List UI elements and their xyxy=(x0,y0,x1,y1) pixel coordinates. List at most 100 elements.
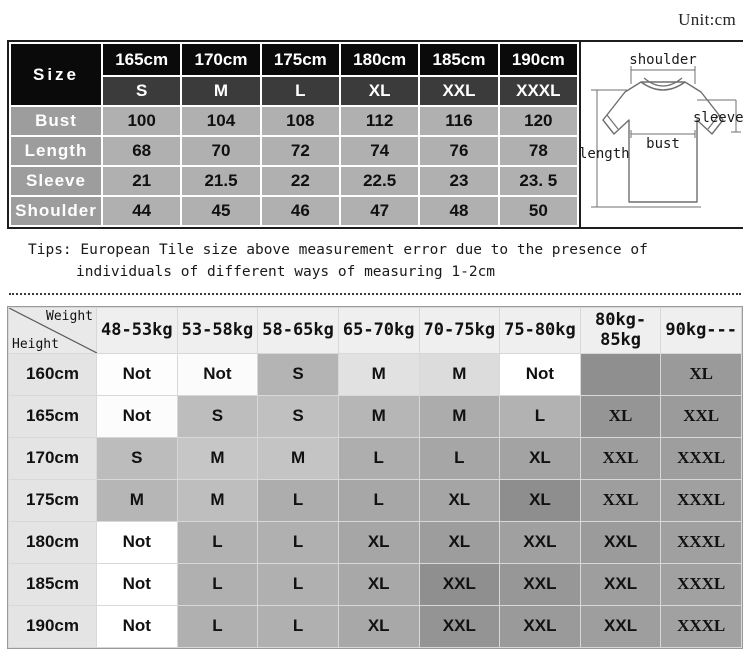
fit-cell: M xyxy=(176,436,259,480)
table-row: 190cm Not L L XL XXL XXL XXL XXXL xyxy=(8,604,742,648)
fit-cell: S xyxy=(257,394,339,438)
size-table-body: Size 165cm 170cm 175cm 180cm 185cm 190cm… xyxy=(9,41,580,228)
fit-cell: L xyxy=(257,520,339,564)
fit-cell: XL xyxy=(418,478,501,522)
size-value-cell: 48 xyxy=(418,194,500,228)
fit-cell: L xyxy=(257,478,339,522)
fit-cell: L xyxy=(257,604,339,648)
fit-cell: M xyxy=(96,478,178,522)
fit-cell: M xyxy=(418,394,501,438)
tshirt-icon: shoulder sleeve bust length xyxy=(581,52,744,208)
unit-row: Unit:cm xyxy=(0,0,750,40)
table-row: 175cm M M L L XL XL XXL XXXL xyxy=(8,478,742,522)
size-value-cell: 112 xyxy=(338,105,421,138)
size-value-cell: 21.5 xyxy=(180,164,262,197)
fit-cell: XL xyxy=(337,604,420,648)
fit-cell: XL xyxy=(337,562,420,606)
table-row: Bust 100 104 108 112 116 120 xyxy=(9,105,580,138)
table-row: 160cm Not Not S M M Not XL xyxy=(8,352,742,396)
fit-cell: XXXL xyxy=(660,520,742,564)
height-row-header: 170cm xyxy=(8,436,97,480)
fit-cell: L xyxy=(176,520,259,564)
height-axis-label: Height xyxy=(12,336,59,352)
size-value-cell: 116 xyxy=(418,105,500,138)
weight-column-header: 65-70kg xyxy=(337,306,420,354)
fit-cell: Not xyxy=(96,352,178,396)
size-value-cell: 23 xyxy=(418,164,500,197)
fit-cell: S xyxy=(176,394,259,438)
size-value-cell: 70 xyxy=(180,135,262,167)
fit-cell: XL xyxy=(418,520,501,564)
height-row-header: 180cm xyxy=(8,520,97,564)
fit-cell: XXL xyxy=(579,562,662,606)
size-value-cell: 120 xyxy=(497,105,580,138)
bust-label: bust xyxy=(646,136,680,152)
size-measurement-table: Size 165cm 170cm 175cm 180cm 185cm 190cm… xyxy=(9,41,580,228)
tips-block: Tips: European Tile size above measureme… xyxy=(0,239,750,284)
fit-cell: XXL xyxy=(579,478,662,522)
fit-cell: XL xyxy=(660,352,742,396)
weight-column-header: 48-53kg xyxy=(96,306,178,354)
fit-cell: Not xyxy=(499,352,581,396)
fit-cell: M xyxy=(257,436,339,480)
dotted-divider xyxy=(9,292,741,295)
size-value-cell: 74 xyxy=(338,135,421,167)
fit-cell: L xyxy=(257,562,339,606)
size-chart-section: Size 165cm 170cm 175cm 180cm 185cm 190cm… xyxy=(7,40,745,229)
fit-cell: L xyxy=(337,478,420,522)
size-row-label: Length xyxy=(9,135,103,167)
size-code-header: XXL xyxy=(418,75,500,108)
size-value-cell: 45 xyxy=(180,194,262,228)
height-row-header: 175cm xyxy=(8,478,97,522)
size-code-header: XXXL xyxy=(497,75,580,108)
size-value-cell: 100 xyxy=(100,105,183,138)
fit-cell: XL xyxy=(337,520,420,564)
fit-cell: L xyxy=(418,436,501,480)
weight-column-header: 80kg-85kg xyxy=(579,306,662,354)
size-value-cell: 50 xyxy=(497,194,580,228)
fit-cell: XXL xyxy=(579,436,662,480)
fit-cell: XXL xyxy=(499,520,581,564)
size-code-header: M xyxy=(180,75,262,108)
size-height-header: 180cm xyxy=(338,41,421,78)
corner-inner: Weight Height xyxy=(9,307,97,353)
size-height-header: 190cm xyxy=(497,41,580,78)
fit-cell: Not xyxy=(96,562,178,606)
size-value-cell: 72 xyxy=(259,135,341,167)
weight-column-header: 58-65kg xyxy=(257,306,339,354)
fit-table-body: Weight Height 48-53kg 53-58kg 58-65kg 65… xyxy=(8,306,742,648)
fit-cell: L xyxy=(176,604,259,648)
size-value-cell: 68 xyxy=(100,135,183,167)
size-corner-label: Size xyxy=(9,41,103,108)
fit-cell: L xyxy=(499,394,581,438)
unit-label: Unit:cm xyxy=(678,10,736,29)
height-row-header: 190cm xyxy=(8,604,97,648)
fit-cell: XXL xyxy=(418,562,501,606)
table-row: 170cm S M M L L XL XXL XXXL xyxy=(8,436,742,480)
size-row-label: Bust xyxy=(9,105,103,138)
tshirt-measurement-diagram: shoulder sleeve bust length xyxy=(579,42,745,227)
fit-cell: XXXL xyxy=(660,562,742,606)
fit-cell: XXL xyxy=(499,604,581,648)
weight-column-header: 53-58kg xyxy=(176,306,259,354)
size-height-header: 170cm xyxy=(180,41,262,78)
fit-cell: XXXL xyxy=(660,604,742,648)
fit-cell: XL xyxy=(499,478,581,522)
fit-cell: XXL xyxy=(579,520,662,564)
size-row-label: Sleeve xyxy=(9,164,103,197)
size-code-header: S xyxy=(100,75,183,108)
length-label: length xyxy=(581,146,630,162)
fit-cell: XL xyxy=(499,436,581,480)
weight-column-header: 90kg--- xyxy=(660,306,742,354)
size-value-cell: 104 xyxy=(180,105,262,138)
height-weight-fit-table: Weight Height 48-53kg 53-58kg 58-65kg 65… xyxy=(8,306,742,648)
fit-cell: M xyxy=(337,352,420,396)
fit-cell: L xyxy=(337,436,420,480)
fit-header-row: Weight Height 48-53kg 53-58kg 58-65kg 65… xyxy=(8,306,742,354)
sleeve-label: sleeve xyxy=(693,110,744,126)
weight-axis-label: Weight xyxy=(46,308,93,324)
tips-line-1: Tips: European Tile size above measureme… xyxy=(28,242,648,258)
axis-corner-cell: Weight Height xyxy=(8,306,97,354)
size-height-header: 165cm xyxy=(100,41,183,78)
size-row-label: Shoulder xyxy=(9,194,103,228)
